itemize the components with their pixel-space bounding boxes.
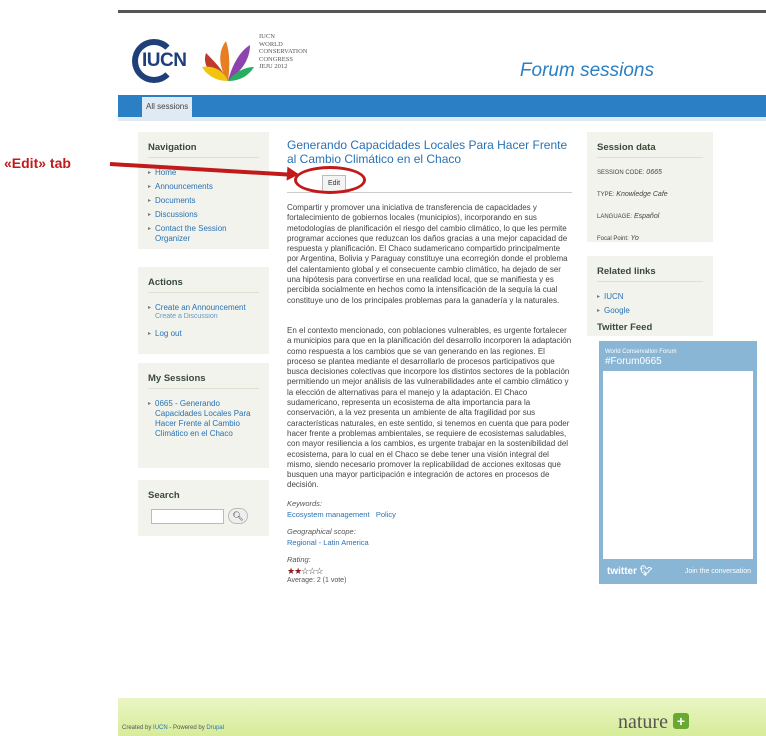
description-paragraph-2: En el contexto mencionado, con poblacion… (287, 326, 572, 490)
tab-all-sessions[interactable]: All sessions (142, 97, 193, 117)
twitter-widget: World Conservation Forum #Forum0665 twit… (599, 341, 757, 584)
search-heading: Search (148, 490, 180, 501)
session-description: Compartir y promover una iniciativa de t… (287, 203, 572, 491)
keywords-values: Ecosystem management Policy (287, 510, 572, 519)
focal-point-value: Yo (630, 235, 639, 242)
session-type-row: Type: Knowledge Cafe (597, 190, 703, 200)
footer-credit: Created by IUCN - Powered by Drupal (122, 725, 224, 731)
rating-section: Rating: ★★☆☆☆ Average: 2 (1 vote) (287, 555, 572, 584)
wcc-line-5: Jeju 2012 (259, 63, 288, 70)
footer-powered-by: - Powered by (169, 725, 205, 731)
create-announcement-label: Create an Announcement (155, 303, 246, 312)
wcc-line-1: IUCN (259, 33, 275, 40)
twitter-feed-heading: Twitter Feed (597, 322, 653, 333)
annotation-label: «Edit» tab (4, 155, 71, 171)
search-button[interactable]: 🔍︎ (228, 508, 248, 524)
actions-heading: Actions (148, 277, 259, 293)
twitter-forum-name: World Conservation Forum (605, 349, 677, 355)
my-sessions-list: 0665 - Generando Capacidades Locales Par… (148, 399, 259, 439)
session-language-value: Español (633, 213, 660, 220)
nav-bar-underline (118, 117, 766, 121)
screenshot-page: IUCN IUCN World Conservation Congress Je… (0, 0, 766, 736)
session-type-label: Type: (597, 192, 615, 198)
session-type-value: Knowledge Cafe (616, 191, 668, 198)
site-header: IUCN IUCN World Conservation Congress Je… (118, 13, 766, 95)
nav-item-announcements[interactable]: Announcements (148, 182, 259, 192)
session-data-block: Session data Session code: 0665 Type: Kn… (587, 132, 713, 242)
star-empty-icon[interactable]: ☆ (315, 566, 323, 576)
session-data-heading: Session data (597, 142, 703, 158)
actions-list: Create an Announcement Create a Discussi… (148, 303, 259, 339)
focal-point-row: Focal Point: Yo (597, 234, 703, 244)
twitter-hashtag[interactable]: #Forum0665 (605, 356, 662, 367)
search-row: 🔍︎ (148, 508, 259, 525)
main-nav-bar: All sessions (118, 95, 766, 117)
nav-item-documents[interactable]: Documents (148, 196, 259, 206)
twitter-bird-icon: 🐦︎ (639, 566, 653, 577)
focal-point-label: Focal Point: (597, 236, 629, 242)
my-session-item[interactable]: 0665 - Generando Capacidades Locales Par… (148, 399, 259, 439)
my-sessions-heading: My Sessions (148, 373, 259, 389)
navigation-list: Home Announcements Documents Discussions… (148, 168, 259, 244)
forum-sessions-title: Forum sessions (519, 60, 654, 81)
navigation-heading: Navigation (148, 142, 259, 158)
keywords-section: Keywords: Ecosystem management Policy (287, 499, 572, 519)
search-input[interactable] (151, 509, 224, 524)
related-links-block: Related links IUCN Google Twitter Feed (587, 256, 713, 336)
nature-logo-text: nature (618, 711, 668, 733)
nav-item-discussions[interactable]: Discussions (148, 210, 259, 220)
session-code-value: 0665 (646, 169, 662, 176)
navigation-block: Navigation Home Announcements Documents … (138, 132, 269, 249)
iucn-logo[interactable]: IUCN (132, 39, 200, 83)
site-container: IUCN IUCN World Conservation Congress Je… (118, 0, 766, 736)
rating-label: Rating: (287, 554, 311, 564)
geo-scope-value[interactable]: Regional - Latin America (287, 538, 572, 547)
related-links-heading: Related links (597, 266, 703, 282)
session-language-label: Language: (597, 214, 633, 220)
session-code-label: Session code: (597, 170, 645, 176)
session-title: Generando Capacidades Locales Para Hacer… (287, 138, 568, 166)
main-content: Generando Capacidades Locales Para Hacer… (287, 138, 572, 584)
twitter-logo[interactable]: twitter 🐦︎ (607, 566, 652, 577)
action-log-out[interactable]: Log out (148, 329, 259, 339)
geo-scope-section: Geographical scope: Regional - Latin Ame… (287, 527, 572, 547)
twitter-feed-area (603, 371, 753, 559)
search-icon: 🔍︎ (232, 511, 244, 521)
description-paragraph-1: Compartir y promover una iniciativa de t… (287, 203, 568, 305)
related-link-iucn[interactable]: IUCN (597, 292, 703, 302)
geo-scope-label: Geographical scope: (287, 526, 356, 536)
footer-drupal-link[interactable]: Drupal (206, 725, 224, 731)
related-link-google[interactable]: Google (597, 306, 703, 316)
nature-plus-icon: + (672, 713, 689, 729)
keywords-label: Keywords: (287, 498, 323, 508)
create-discussion-label[interactable]: Create a Discussion (155, 312, 218, 322)
twitter-brand-text: twitter (607, 566, 637, 577)
search-block: Search 🔍︎ (138, 480, 269, 536)
join-conversation-link[interactable]: Join the conversation (685, 568, 751, 575)
wcc-logo-icon (202, 41, 254, 81)
footer-iucn-link[interactable]: IUCN (153, 725, 168, 731)
nav-item-contact-organizer[interactable]: Contact the Session Organizer (148, 224, 259, 244)
iucn-logo-text: IUCN (142, 50, 187, 71)
annotation-highlight-ellipse (294, 166, 366, 194)
wcc-line-4: Congress (259, 55, 293, 63)
rating-stars[interactable]: ★★☆☆☆ (287, 566, 572, 577)
wcc-line-3: Conservation (259, 48, 308, 55)
related-links-list: IUCN Google (597, 292, 703, 316)
session-code-row: Session code: 0665 (597, 168, 703, 178)
wcc-logo-text: IUCN World Conservation Congress Jeju 20… (259, 33, 307, 71)
wcc-line-2: World (259, 40, 283, 48)
keyword-link[interactable]: Ecosystem management (287, 510, 370, 519)
my-sessions-block: My Sessions 0665 - Generando Capacidades… (138, 363, 269, 468)
footer-created-by: Created by (122, 725, 152, 731)
action-create-announcement[interactable]: Create an Announcement Create a Discussi… (148, 303, 259, 321)
actions-block: Actions Create an Announcement Create a … (138, 267, 269, 354)
site-footer: Created by IUCN - Powered by Drupal natu… (118, 698, 766, 736)
session-data-list: Session code: 0665 Type: Knowledge Cafe … (597, 168, 703, 244)
rating-average: Average: 2 (1 vote) (287, 576, 347, 584)
keyword-link[interactable]: Policy (376, 510, 396, 519)
session-language-row: Language: Español (597, 212, 703, 222)
nature-logo[interactable]: nature + (618, 711, 689, 734)
